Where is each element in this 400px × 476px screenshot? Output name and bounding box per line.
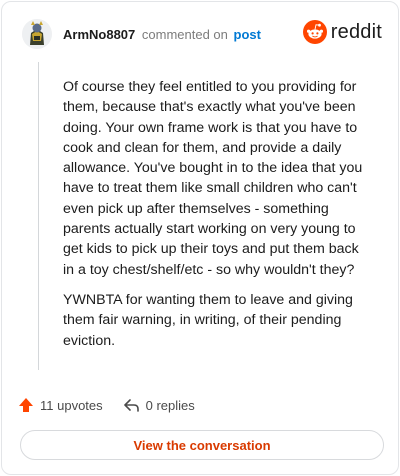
comment-body: Of course they feel entitled to you prov… <box>63 77 373 361</box>
user-avatar[interactable] <box>22 19 52 49</box>
post-link[interactable]: post <box>234 27 261 42</box>
comment-embed-card: ArmNo8807 commented on post reddit Of co… <box>1 1 399 475</box>
brand-wordmark: reddit <box>330 20 382 43</box>
thread-line <box>38 62 39 370</box>
reply-count: 0 replies <box>145 397 195 413</box>
upvote-count: 11 upvotes <box>40 397 103 413</box>
upvote-button[interactable]: 11 upvotes <box>18 397 103 413</box>
comment-paragraph: Of course they feel entitled to you prov… <box>63 79 363 278</box>
reply-button[interactable]: 0 replies <box>123 397 195 413</box>
comment-paragraph: YWNBTA for wanting them to leave and giv… <box>63 291 353 349</box>
reddit-logo-icon <box>302 20 327 44</box>
comment-actions: 11 upvotes 0 replies <box>18 394 215 416</box>
reddit-brand[interactable]: reddit <box>302 18 382 46</box>
comment-header: ArmNo8807 commented on post reddit <box>20 16 384 52</box>
upvote-arrow-icon <box>19 398 33 412</box>
action-text: commented on <box>141 27 228 42</box>
comment-meta: ArmNo8807 commented on post <box>63 27 261 42</box>
snoo-avatar-icon <box>22 19 52 49</box>
view-conversation-button[interactable]: View the conversation <box>20 430 384 460</box>
reply-arrow-icon <box>123 399 139 412</box>
username-link[interactable]: ArmNo8807 <box>63 27 135 42</box>
